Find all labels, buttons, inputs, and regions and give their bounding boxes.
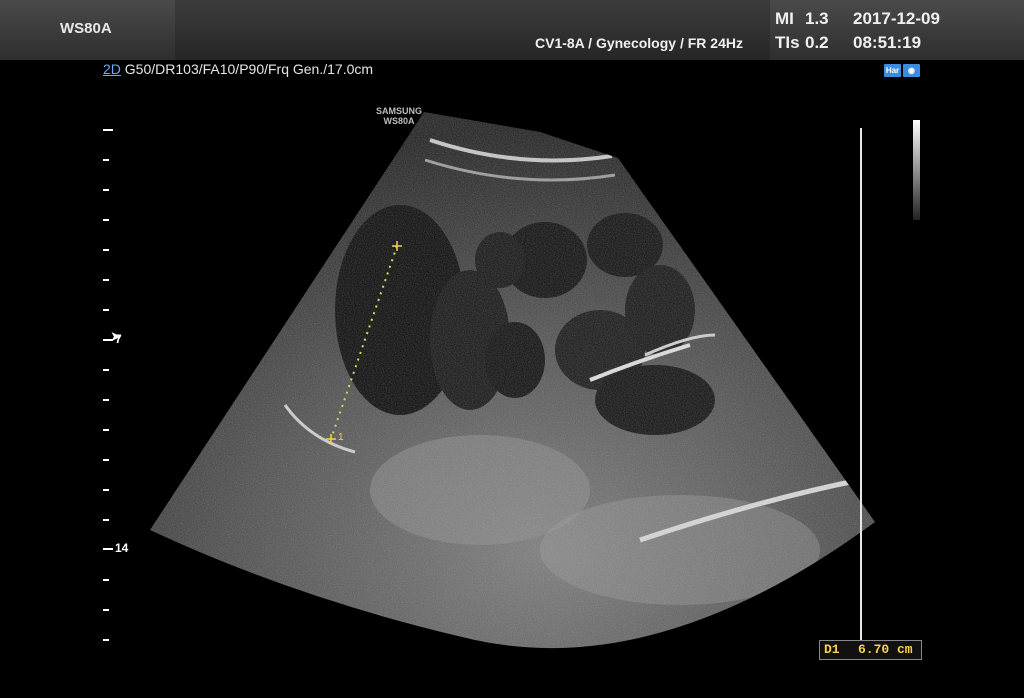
depth-tick: [103, 159, 109, 161]
measurement-value: 6.70 cm: [858, 642, 913, 657]
depth-tick: [103, 639, 109, 641]
tis-label: TIs: [775, 33, 800, 52]
depth-tick: [103, 129, 113, 131]
depth-tick: [103, 429, 109, 431]
watermark-model: WS80A: [383, 116, 415, 126]
probe-preset-info: CV1-8A / Gynecology / FR 24Hz: [535, 35, 743, 51]
depth-tick: [103, 399, 109, 401]
mi-value: 1.3: [805, 9, 829, 28]
exam-time: 08:51:19: [853, 33, 922, 52]
measurement-label: D1: [824, 642, 840, 657]
caliper-label: 1: [338, 432, 344, 443]
depth-tick: [103, 279, 109, 281]
scan-line-indicator: [860, 128, 862, 644]
depth-tick: [103, 249, 109, 251]
depth-tick: [103, 459, 109, 461]
focus-marker-icon[interactable]: ➤: [110, 328, 122, 345]
depth-tick: [103, 369, 109, 371]
depth-label-14: 14: [115, 541, 129, 555]
header-center-panel: [175, 0, 770, 60]
top-status-bar: WS80A CV1-8A / Gynecology / FR 24Hz MI 1…: [0, 0, 1024, 60]
depth-tick: [103, 548, 113, 550]
depth-tick: [103, 189, 109, 191]
depth-tick: [103, 309, 109, 311]
mi-label: MI: [775, 9, 794, 28]
device-model: WS80A: [60, 20, 112, 37]
depth-tick: [103, 489, 109, 491]
brand-watermark: SAMSUNG WS80A: [376, 106, 422, 126]
depth-tick: [103, 579, 109, 581]
measurement-result-box: D1 6.70 cm: [819, 640, 922, 660]
grayscale-bar: [913, 120, 920, 220]
watermark-brand: SAMSUNG: [376, 106, 423, 116]
ultrasound-image: 1: [150, 112, 875, 649]
depth-tick: [103, 609, 109, 611]
depth-tick: [103, 519, 109, 521]
depth-tick: [103, 219, 109, 221]
tis-value: 0.2: [805, 33, 829, 52]
exam-date: 2017-12-09: [853, 9, 940, 28]
